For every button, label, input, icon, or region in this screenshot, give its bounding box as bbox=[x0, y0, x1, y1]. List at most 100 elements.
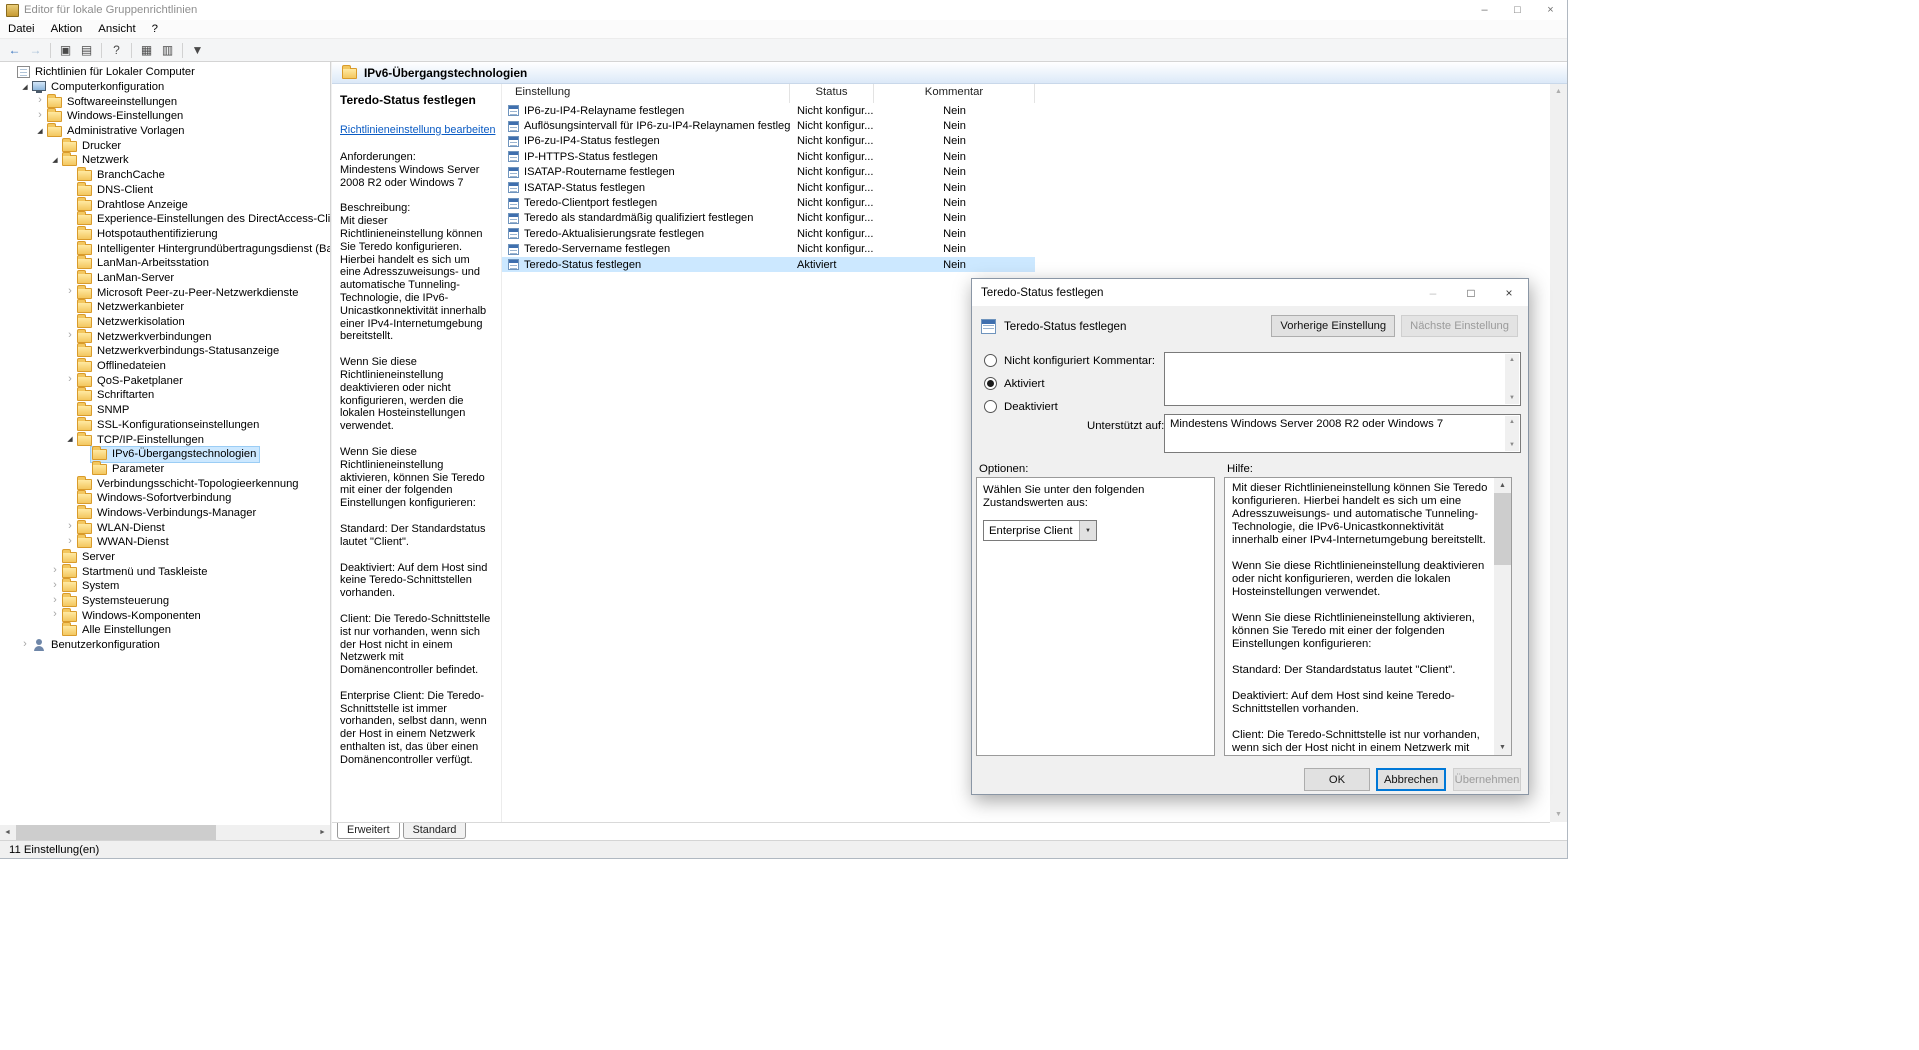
scroll-up-icon[interactable]: ▲ bbox=[1550, 84, 1567, 99]
ok-button[interactable]: OK bbox=[1304, 768, 1370, 791]
chevron-expanded-icon[interactable]: ◢ bbox=[64, 436, 76, 443]
scroll-right-icon[interactable]: ► bbox=[315, 825, 330, 840]
toolbar-show-console-tree-icon[interactable]: ▣ bbox=[55, 40, 76, 60]
minimize-button[interactable]: – bbox=[1414, 279, 1452, 306]
column-header-kommentar[interactable]: Kommentar bbox=[874, 84, 1035, 103]
tree-item-microsoft-peer-zu-peer-netzwerkdienste[interactable]: › Microsoft Peer-zu-Peer-Netzwerkdienste bbox=[0, 284, 330, 300]
chevron-collapsed-icon[interactable]: › bbox=[64, 535, 76, 547]
tree-item-intelligenter-hintergrund-bertragungsdienst-backgroun[interactable]: Intelligenter Hintergrundübertragungsdie… bbox=[0, 240, 330, 256]
supported-scrollbar[interactable]: ▲ ▼ bbox=[1505, 416, 1519, 451]
tree-item-netzwerkverbindungen[interactable]: › Netzwerkverbindungen bbox=[0, 328, 330, 344]
scroll-down-icon[interactable]: ▼ bbox=[1494, 740, 1511, 755]
tree-item-computerkonfiguration[interactable]: ◢ Computerkonfiguration bbox=[0, 80, 330, 95]
tree-item-experience-einstellungen-des-directaccess-clients[interactable]: Experience-Einstellungen des DirectAcces… bbox=[0, 211, 330, 227]
column-header-einstellung[interactable]: Einstellung bbox=[502, 84, 790, 103]
previous-setting-button[interactable]: Vorherige Einstellung bbox=[1271, 315, 1396, 337]
comment-input[interactable]: ▲ ▼ bbox=[1164, 352, 1521, 406]
chevron-expanded-icon[interactable]: ◢ bbox=[19, 84, 31, 91]
tree-item-benutzerkonfiguration[interactable]: › Benutzerkonfiguration bbox=[0, 638, 330, 653]
close-button[interactable]: × bbox=[1490, 279, 1528, 306]
tree-item-netzwerkisolation[interactable]: Netzwerkisolation bbox=[0, 314, 330, 330]
tree-item-softwareeinstellungen[interactable]: › Softwareeinstellungen bbox=[0, 93, 330, 109]
toolbar-list-view-icon[interactable]: ▥ bbox=[157, 40, 178, 60]
list-row[interactable]: Teredo-Servername festlegen Nicht konfigu… bbox=[502, 242, 1035, 257]
tree-item-server[interactable]: Server bbox=[0, 549, 330, 565]
chevron-expanded-icon[interactable]: ◢ bbox=[49, 157, 61, 164]
tree-item-netzwerkanbieter[interactable]: Netzwerkanbieter bbox=[0, 299, 330, 315]
scroll-up-icon[interactable]: ▲ bbox=[1509, 419, 1515, 425]
chevron-expanded-icon[interactable]: ◢ bbox=[34, 128, 46, 135]
tree-item-ssl-konfigurationseinstellungen[interactable]: SSL-Konfigurationseinstellungen bbox=[0, 416, 330, 433]
list-row[interactable]: Teredo als standardmäßig qualifiziert fe… bbox=[502, 211, 1035, 226]
apply-button[interactable]: Übernehmen bbox=[1453, 768, 1521, 791]
chevron-collapsed-icon[interactable]: › bbox=[49, 579, 61, 591]
next-setting-button[interactable]: Nächste Einstellung bbox=[1401, 315, 1518, 337]
edit-policy-link[interactable]: Richtlinieneinstellung bearbeiten bbox=[340, 124, 495, 136]
tree-item-startmen-und-taskleiste[interactable]: › Startmenü und Taskleiste bbox=[0, 563, 330, 579]
tree-item-drucker[interactable]: Drucker bbox=[0, 137, 330, 153]
tab-standard[interactable]: Standard bbox=[402, 823, 467, 839]
scroll-left-icon[interactable]: ◄ bbox=[0, 825, 15, 840]
tree-item-windows-sofortverbindung[interactable]: Windows-Sofortverbindung bbox=[0, 490, 330, 506]
scroll-down-icon[interactable]: ▼ bbox=[1509, 395, 1515, 401]
tree-item-lanman-arbeitsstation[interactable]: LanMan-Arbeitsstation bbox=[0, 255, 330, 271]
help-scrollbar[interactable]: ▲ ▼ bbox=[1494, 478, 1511, 755]
tab-erweitert[interactable]: Erweitert bbox=[337, 823, 400, 839]
close-button[interactable]: × bbox=[1534, 0, 1567, 20]
tree-item-netzwerk[interactable]: ◢ Netzwerk bbox=[0, 152, 330, 168]
tree-item-branchcache[interactable]: BranchCache bbox=[0, 167, 330, 183]
tree-item-lanman-server[interactable]: LanMan-Server bbox=[0, 269, 330, 286]
chevron-collapsed-icon[interactable]: › bbox=[49, 594, 61, 606]
chevron-collapsed-icon[interactable]: › bbox=[64, 330, 76, 341]
list-row[interactable]: ISATAP-Status festlegen Nicht konfigur...… bbox=[502, 180, 1035, 195]
scroll-down-icon[interactable]: ▼ bbox=[1550, 807, 1567, 822]
menu-ansicht[interactable]: Ansicht bbox=[90, 20, 143, 38]
tree-item-windows-verbindungs-manager[interactable]: Windows-Verbindungs-Manager bbox=[0, 504, 330, 521]
scrollbar-thumb[interactable] bbox=[1494, 493, 1511, 565]
tree-item-tcp-ip-einstellungen[interactable]: ◢ TCP/IP-Einstellungen bbox=[0, 431, 330, 447]
chevron-collapsed-icon[interactable]: › bbox=[49, 609, 61, 620]
tree-item-hotspotauthentifizierung[interactable]: Hotspotauthentifizierung bbox=[0, 225, 330, 242]
tree-item-parameter[interactable]: Parameter bbox=[0, 460, 330, 477]
tree-item-offlinedateien[interactable]: Offlinedateien bbox=[0, 358, 330, 374]
scrollbar-thumb[interactable] bbox=[16, 825, 216, 840]
menu-aktion[interactable]: Aktion bbox=[43, 20, 91, 38]
state-dropdown[interactable]: Enterprise Client ▼ bbox=[983, 520, 1097, 541]
chevron-collapsed-icon[interactable]: › bbox=[64, 286, 76, 297]
chevron-down-icon[interactable]: ▼ bbox=[1079, 521, 1096, 540]
toolbar-icon-view-icon[interactable]: ▦ bbox=[136, 40, 157, 60]
radio-nicht-konfiguriert[interactable]: Nicht konfiguriert bbox=[984, 349, 1089, 372]
comment-scrollbar[interactable]: ▲ ▼ bbox=[1505, 354, 1519, 404]
chevron-collapsed-icon[interactable]: › bbox=[64, 521, 76, 532]
toolbar-filter-icon[interactable]: ▼ bbox=[187, 40, 208, 60]
list-row[interactable]: Teredo-Aktualisierungsrate festlegen Nich… bbox=[502, 226, 1035, 241]
list-vertical-scrollbar[interactable]: ▲ ▼ bbox=[1550, 84, 1567, 822]
chevron-collapsed-icon[interactable]: › bbox=[34, 95, 46, 106]
tree-item-richtlinien-f-r-lokaler-computer[interactable]: Richtlinien für Lokaler Computer bbox=[0, 65, 330, 80]
tree-item-wwan-dienst[interactable]: › WWAN-Dienst bbox=[0, 534, 330, 550]
radio-deaktiviert[interactable]: Deaktiviert bbox=[984, 395, 1089, 418]
scroll-up-icon[interactable]: ▲ bbox=[1494, 478, 1511, 493]
tree-item-alle-einstellungen[interactable]: Alle Einstellungen bbox=[0, 622, 330, 638]
tree-item-administrative-vorlagen[interactable]: ◢ Administrative Vorlagen bbox=[0, 123, 330, 139]
tree-item-verbindungsschicht-topologieerkennung[interactable]: Verbindungsschicht-Topologieerkennung bbox=[0, 475, 330, 491]
list-row[interactable]: IP6-zu-IP4-Relayname festlegen Nicht konf… bbox=[502, 103, 1035, 118]
toolbar-export-list-icon[interactable]: ▤ bbox=[76, 40, 97, 60]
tree-item-qos-paketplaner[interactable]: › QoS-Paketplaner bbox=[0, 372, 330, 388]
list-row[interactable]: Auflösungsintervall für IP6-zu-IP4-Relay… bbox=[502, 118, 1035, 133]
tree-item-dns-client[interactable]: DNS-Client bbox=[0, 181, 330, 198]
maximize-button[interactable]: □ bbox=[1501, 0, 1534, 20]
toolbar-help-icon[interactable]: ? bbox=[106, 40, 127, 60]
tree-item-systemsteuerung[interactable]: › Systemsteuerung bbox=[0, 593, 330, 609]
scroll-down-icon[interactable]: ▼ bbox=[1509, 442, 1515, 448]
menu-help[interactable]: ? bbox=[144, 20, 166, 38]
column-header-status[interactable]: Status bbox=[790, 84, 874, 103]
tree-item-schriftarten[interactable]: Schriftarten bbox=[0, 387, 330, 403]
tree-item-netzwerkverbindungs-statusanzeige[interactable]: Netzwerkverbindungs-Statusanzeige bbox=[0, 343, 330, 359]
chevron-collapsed-icon[interactable]: › bbox=[64, 374, 76, 385]
tree-item-windows-komponenten[interactable]: › Windows-Komponenten bbox=[0, 607, 330, 623]
toolbar-forward-icon[interactable]: → bbox=[25, 40, 46, 60]
toolbar-back-icon[interactable]: ← bbox=[4, 40, 25, 60]
list-row[interactable]: Teredo-Status festlegen Aktiviert Nein bbox=[502, 256, 1035, 273]
tree-item-drahtlose-anzeige[interactable]: Drahtlose Anzeige bbox=[0, 196, 330, 212]
